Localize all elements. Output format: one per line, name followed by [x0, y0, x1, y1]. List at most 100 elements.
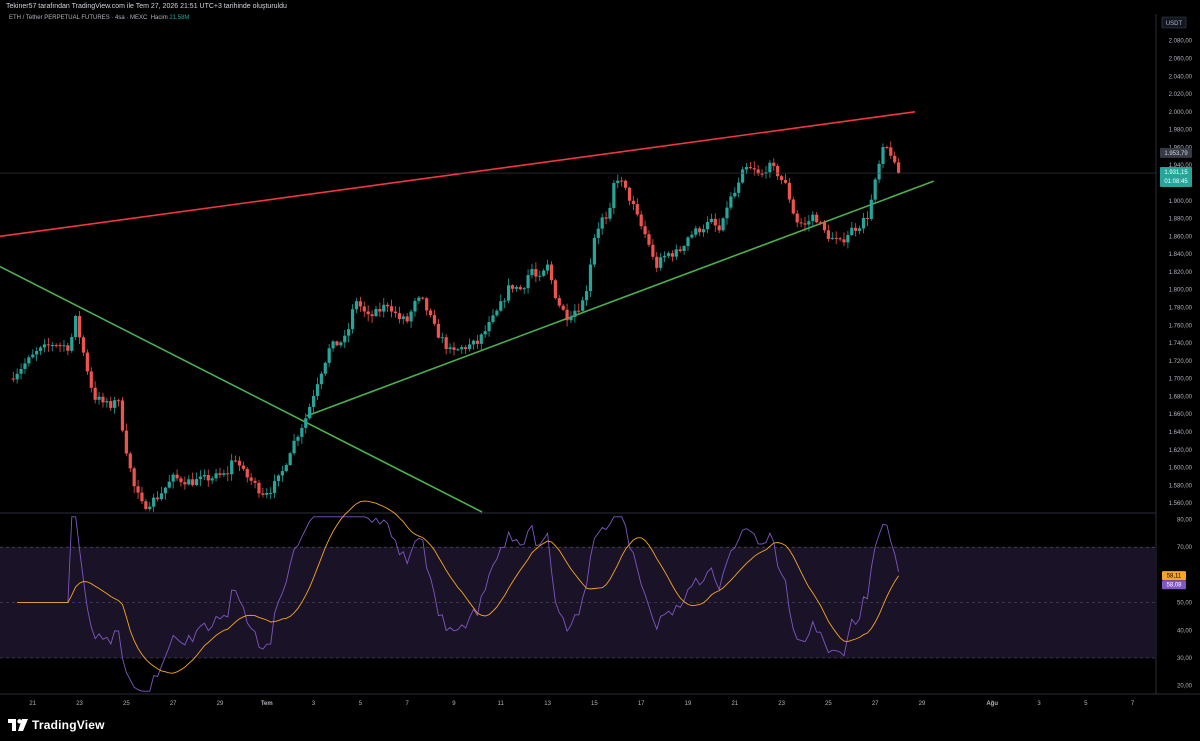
badge-prev-price: 1.953,79 — [1164, 151, 1188, 157]
currency-label: USDT — [1166, 21, 1183, 27]
tradingview-logo-text: TradingView — [32, 718, 105, 732]
candle-body — [877, 163, 881, 180]
candle-body — [304, 418, 308, 428]
price-tick-label: 1.660,00 — [1169, 412, 1193, 418]
candle-body — [744, 167, 749, 170]
candle-body — [721, 218, 725, 231]
price-tick-label: 2.000,00 — [1169, 110, 1193, 116]
chart-legend[interactable]: ETH / Tether PERPETUAL FUTURES · 4sa · M… — [9, 15, 189, 21]
tradingview-logo-icon — [8, 719, 28, 731]
candle-body — [432, 315, 437, 324]
price-tick-label: 1.800,00 — [1169, 288, 1193, 294]
candle-body — [171, 474, 175, 482]
trendlines[interactable] — [0, 111, 934, 513]
candle-body — [206, 475, 210, 481]
candle-body — [335, 341, 339, 346]
candle-body — [311, 395, 316, 407]
price-tick-label: 1.860,00 — [1169, 234, 1193, 240]
candle-body — [222, 473, 226, 475]
candle-body — [401, 316, 405, 320]
rsi-axis[interactable]: 80,00 70,00 50,00 40,00 30,00 20,00 58,11 58,08 — [1162, 518, 1193, 690]
candle-body — [27, 357, 31, 364]
candle-body — [46, 344, 50, 346]
candle-body — [682, 246, 686, 252]
candle-body — [191, 479, 195, 486]
candle-body — [545, 264, 550, 271]
candle-body — [643, 226, 647, 235]
candle-body — [850, 227, 854, 236]
candle-body — [577, 310, 581, 312]
tradingview-logo[interactable]: TradingView — [8, 718, 105, 732]
candle-body — [522, 288, 526, 290]
candle-body — [58, 345, 62, 347]
candle-body — [752, 168, 756, 170]
candle-body — [237, 460, 242, 466]
candle-body — [542, 270, 546, 276]
candle-body — [42, 344, 47, 348]
price-tick-label: 1.560,00 — [1169, 501, 1193, 507]
time-tick-label: 29 — [919, 701, 926, 707]
candle-body — [655, 256, 659, 268]
candle-body — [366, 311, 370, 315]
candle-body — [280, 471, 284, 476]
currency-badge[interactable]: USDT — [1161, 16, 1187, 29]
candle-body — [272, 481, 277, 493]
candle-body — [81, 337, 86, 353]
candle-body — [822, 222, 827, 231]
price-tick-label: 2.020,00 — [1169, 92, 1193, 98]
candle-body — [600, 217, 604, 229]
candle-body — [893, 155, 897, 163]
candle-body — [54, 345, 58, 347]
candle-body — [569, 316, 573, 321]
price-tick-label: 1.980,00 — [1169, 128, 1193, 134]
price-tick-label: 2.080,00 — [1169, 39, 1193, 45]
rsi-tick-label: 20,00 — [1177, 684, 1193, 690]
price-axis[interactable]: 2.080,00 2.060,00 2.040,00 2.020,00 2.000,00… — [1160, 39, 1193, 507]
candle-body — [292, 440, 296, 454]
candle-body — [175, 474, 179, 479]
time-axis[interactable]: 21 23 25 27 29 Tem 3 5 7 9 11 13 15 17 19 21 23 25 27 29 Ağu… — [29, 701, 1135, 707]
candle-body — [389, 306, 394, 312]
candle-body — [612, 183, 616, 208]
candle-body — [19, 369, 23, 374]
legend-symbol: ETH / Tether PERPETUAL FUTURES · 4sa · M… — [9, 15, 148, 21]
candle-body — [378, 309, 382, 312]
candle-body — [218, 473, 222, 475]
candle-body — [553, 280, 557, 299]
time-tick-label: Tem — [261, 701, 273, 707]
candle-body — [670, 253, 674, 257]
price-tick-label: 2.040,00 — [1169, 74, 1193, 80]
rsi-pane[interactable] — [0, 500, 1156, 692]
candle-body — [471, 340, 476, 345]
candle-body — [694, 228, 698, 235]
candle-body — [136, 486, 140, 493]
price-tick-label: 1.680,00 — [1169, 394, 1193, 400]
candle-body — [202, 475, 206, 477]
chart-area[interactable]: 2.080,00 2.060,00 2.040,00 2.020,00 2.000,00… — [0, 0, 1200, 741]
badge-countdown: 01:08:45 — [1164, 179, 1188, 185]
candle-body — [124, 430, 128, 454]
candle-body — [233, 460, 238, 462]
candle-body — [889, 147, 893, 156]
candles — [11, 141, 901, 512]
candle-body — [596, 228, 600, 238]
time-tick-label: 19 — [685, 701, 692, 707]
candle-body — [487, 321, 491, 332]
candle-body — [491, 315, 495, 322]
candle-body — [327, 348, 331, 363]
candle-body — [15, 373, 19, 380]
rsi-tick-label: 30,00 — [1177, 656, 1193, 662]
legend-volume-value: 21,58M — [169, 15, 190, 21]
time-tick-label: 3 — [312, 701, 316, 707]
candle-body — [261, 493, 265, 495]
candle-body — [85, 352, 89, 372]
time-tick-label: Ağu — [986, 701, 998, 707]
candle-body — [467, 344, 472, 350]
rsi-tick-label: 40,00 — [1177, 628, 1193, 634]
trendline-support — [306, 180, 934, 417]
rsi-badge: 58,08 — [1166, 583, 1182, 589]
candle-body — [518, 287, 522, 290]
candle-body — [374, 309, 378, 317]
candle-body — [93, 387, 97, 400]
candle-body — [241, 465, 245, 469]
